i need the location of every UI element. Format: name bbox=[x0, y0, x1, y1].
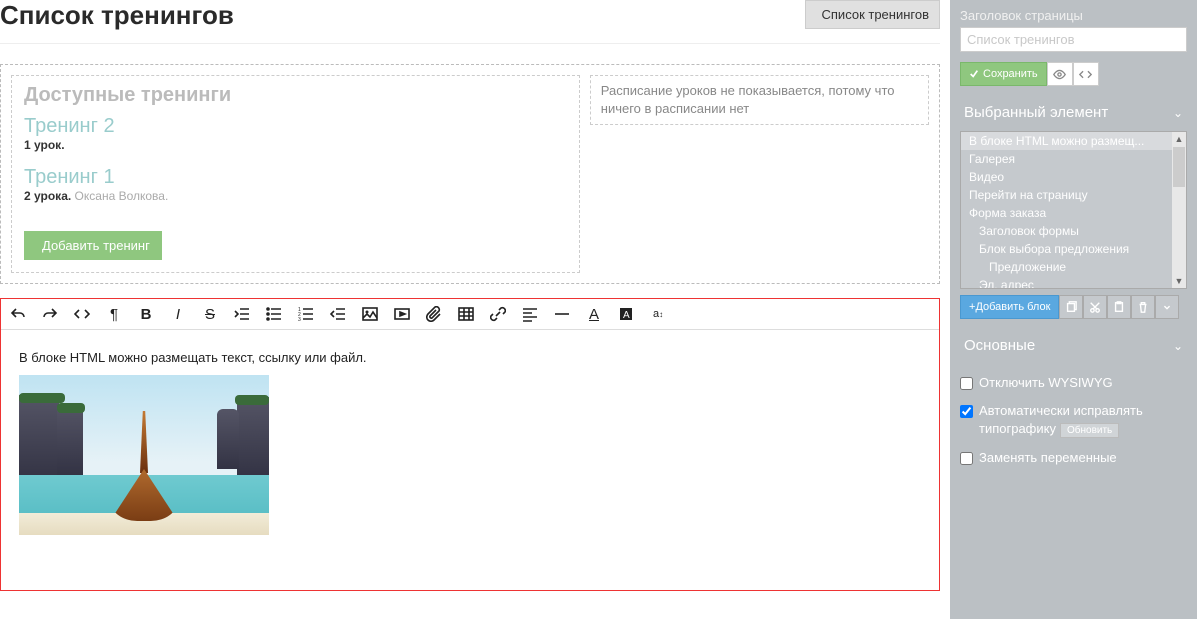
outdent-icon[interactable] bbox=[329, 305, 347, 323]
editor-toolbar: ¶ B I S 123 A A a↕ bbox=[1, 299, 939, 330]
more-icon[interactable] bbox=[1155, 295, 1179, 319]
scroll-up-icon[interactable]: ▲ bbox=[1172, 132, 1186, 146]
schedule-info: Расписание уроков не показывается, потом… bbox=[590, 75, 929, 125]
svg-text:3: 3 bbox=[298, 317, 301, 322]
update-typography-button[interactable]: Обновить bbox=[1060, 423, 1119, 438]
layout-block: Доступные тренинги Тренинг 2 1 урок. Тре… bbox=[0, 64, 940, 284]
strike-icon[interactable]: S bbox=[201, 305, 219, 323]
auto-typography-checkbox[interactable] bbox=[960, 405, 973, 418]
ul-icon[interactable] bbox=[265, 305, 283, 323]
save-button[interactable]: Сохранить bbox=[960, 62, 1047, 86]
cut-icon[interactable] bbox=[1083, 295, 1107, 319]
listbox-item[interactable]: В блоке HTML можно размещ... bbox=[961, 132, 1186, 150]
listbox-item[interactable]: Видео bbox=[961, 168, 1186, 186]
font-size-icon[interactable]: a↕ bbox=[649, 305, 667, 323]
indent-icon[interactable] bbox=[233, 305, 251, 323]
training-item[interactable]: Тренинг 2 1 урок. bbox=[24, 115, 567, 152]
save-button-label: Сохранить bbox=[983, 68, 1038, 80]
code-icon[interactable] bbox=[73, 305, 91, 323]
svg-text:A: A bbox=[623, 310, 630, 321]
delete-icon[interactable] bbox=[1131, 295, 1155, 319]
elements-listbox[interactable]: В блоке HTML можно размещ...ГалереяВидео… bbox=[960, 131, 1187, 289]
listbox-item[interactable]: Заголовок формы bbox=[961, 222, 1186, 240]
hr-icon[interactable] bbox=[553, 305, 571, 323]
listbox-scrollbar[interactable]: ▲ ▼ bbox=[1172, 132, 1186, 288]
listbox-item[interactable]: Эл. адрес bbox=[961, 276, 1186, 289]
training-name: Тренинг 1 bbox=[24, 166, 567, 189]
html-editor: ¶ B I S 123 A A a↕ В блоке HTML bbox=[0, 298, 940, 591]
scroll-thumb[interactable] bbox=[1173, 147, 1185, 187]
training-lessons: 1 урок. bbox=[24, 138, 65, 152]
listbox-item[interactable]: Блок выбора предложения bbox=[961, 240, 1186, 258]
disable-wysiwyg-checkbox[interactable] bbox=[960, 377, 973, 390]
page-title-label: Заголовок страницы bbox=[960, 8, 1187, 23]
trainings-column-title: Доступные тренинги bbox=[24, 84, 567, 107]
redo-icon[interactable] bbox=[41, 305, 59, 323]
auto-typography-option[interactable]: Автоматически исправлять типографикуОбно… bbox=[960, 402, 1187, 438]
listbox-item[interactable]: Форма заказа bbox=[961, 204, 1186, 222]
link-icon[interactable] bbox=[489, 305, 507, 323]
image-icon[interactable] bbox=[361, 305, 379, 323]
align-icon[interactable] bbox=[521, 305, 539, 323]
replace-vars-option[interactable]: Заменять переменные bbox=[960, 449, 1187, 467]
main-props-panel[interactable]: Основные ⌄ bbox=[960, 327, 1187, 364]
scroll-down-icon[interactable]: ▼ bbox=[1172, 274, 1186, 288]
page-title-input[interactable] bbox=[960, 27, 1187, 52]
training-author: Оксана Волкова. bbox=[75, 189, 169, 203]
add-block-button[interactable]: +Добавить блок bbox=[960, 295, 1059, 319]
trainings-column[interactable]: Доступные тренинги Тренинг 2 1 урок. Тре… bbox=[11, 75, 580, 273]
add-training-button[interactable]: Добавить тренинг bbox=[24, 231, 162, 260]
trainings-list-button[interactable]: Список тренингов bbox=[805, 0, 941, 29]
trainings-list-button-label: Список тренингов bbox=[822, 7, 930, 22]
listbox-item[interactable]: Галерея bbox=[961, 150, 1186, 168]
paragraph-icon[interactable]: ¶ bbox=[105, 305, 123, 323]
bold-icon[interactable]: B bbox=[137, 305, 155, 323]
editor-body[interactable]: В блоке HTML можно размещать текст, ссыл… bbox=[1, 330, 939, 590]
copy-icon[interactable] bbox=[1059, 295, 1083, 319]
chevron-down-icon: ⌄ bbox=[1173, 339, 1183, 353]
training-item[interactable]: Тренинг 1 2 урока. Оксана Волкова. bbox=[24, 166, 567, 203]
video-icon[interactable] bbox=[393, 305, 411, 323]
italic-icon[interactable]: I bbox=[169, 305, 187, 323]
page-title: Список тренингов bbox=[0, 0, 234, 31]
training-lessons: 2 урока. bbox=[24, 189, 71, 203]
listbox-item[interactable]: Перейти на страницу bbox=[961, 186, 1186, 204]
undo-icon[interactable] bbox=[9, 305, 27, 323]
editor-image[interactable] bbox=[19, 375, 269, 535]
listbox-item[interactable]: Предложение bbox=[961, 258, 1186, 276]
replace-vars-checkbox[interactable] bbox=[960, 452, 973, 465]
source-icon[interactable] bbox=[1073, 62, 1099, 86]
ol-icon[interactable]: 123 bbox=[297, 305, 315, 323]
add-training-label: Добавить тренинг bbox=[42, 238, 150, 253]
selected-element-panel[interactable]: Выбранный элемент ⌄ bbox=[960, 94, 1187, 131]
table-icon[interactable] bbox=[457, 305, 475, 323]
text-color-icon[interactable]: A bbox=[585, 305, 603, 323]
properties-sidebar: Заголовок страницы Сохранить Выбранный э… bbox=[950, 0, 1197, 619]
attachment-icon[interactable] bbox=[425, 305, 443, 323]
bg-color-icon[interactable]: A bbox=[617, 305, 635, 323]
training-name: Тренинг 2 bbox=[24, 115, 567, 138]
preview-icon[interactable] bbox=[1047, 62, 1073, 86]
chevron-down-icon: ⌄ bbox=[1173, 106, 1183, 120]
editor-paragraph: В блоке HTML можно размещать текст, ссыл… bbox=[19, 350, 921, 365]
disable-wysiwyg-option[interactable]: Отключить WYSIWYG bbox=[960, 374, 1187, 392]
paste-icon[interactable] bbox=[1107, 295, 1131, 319]
